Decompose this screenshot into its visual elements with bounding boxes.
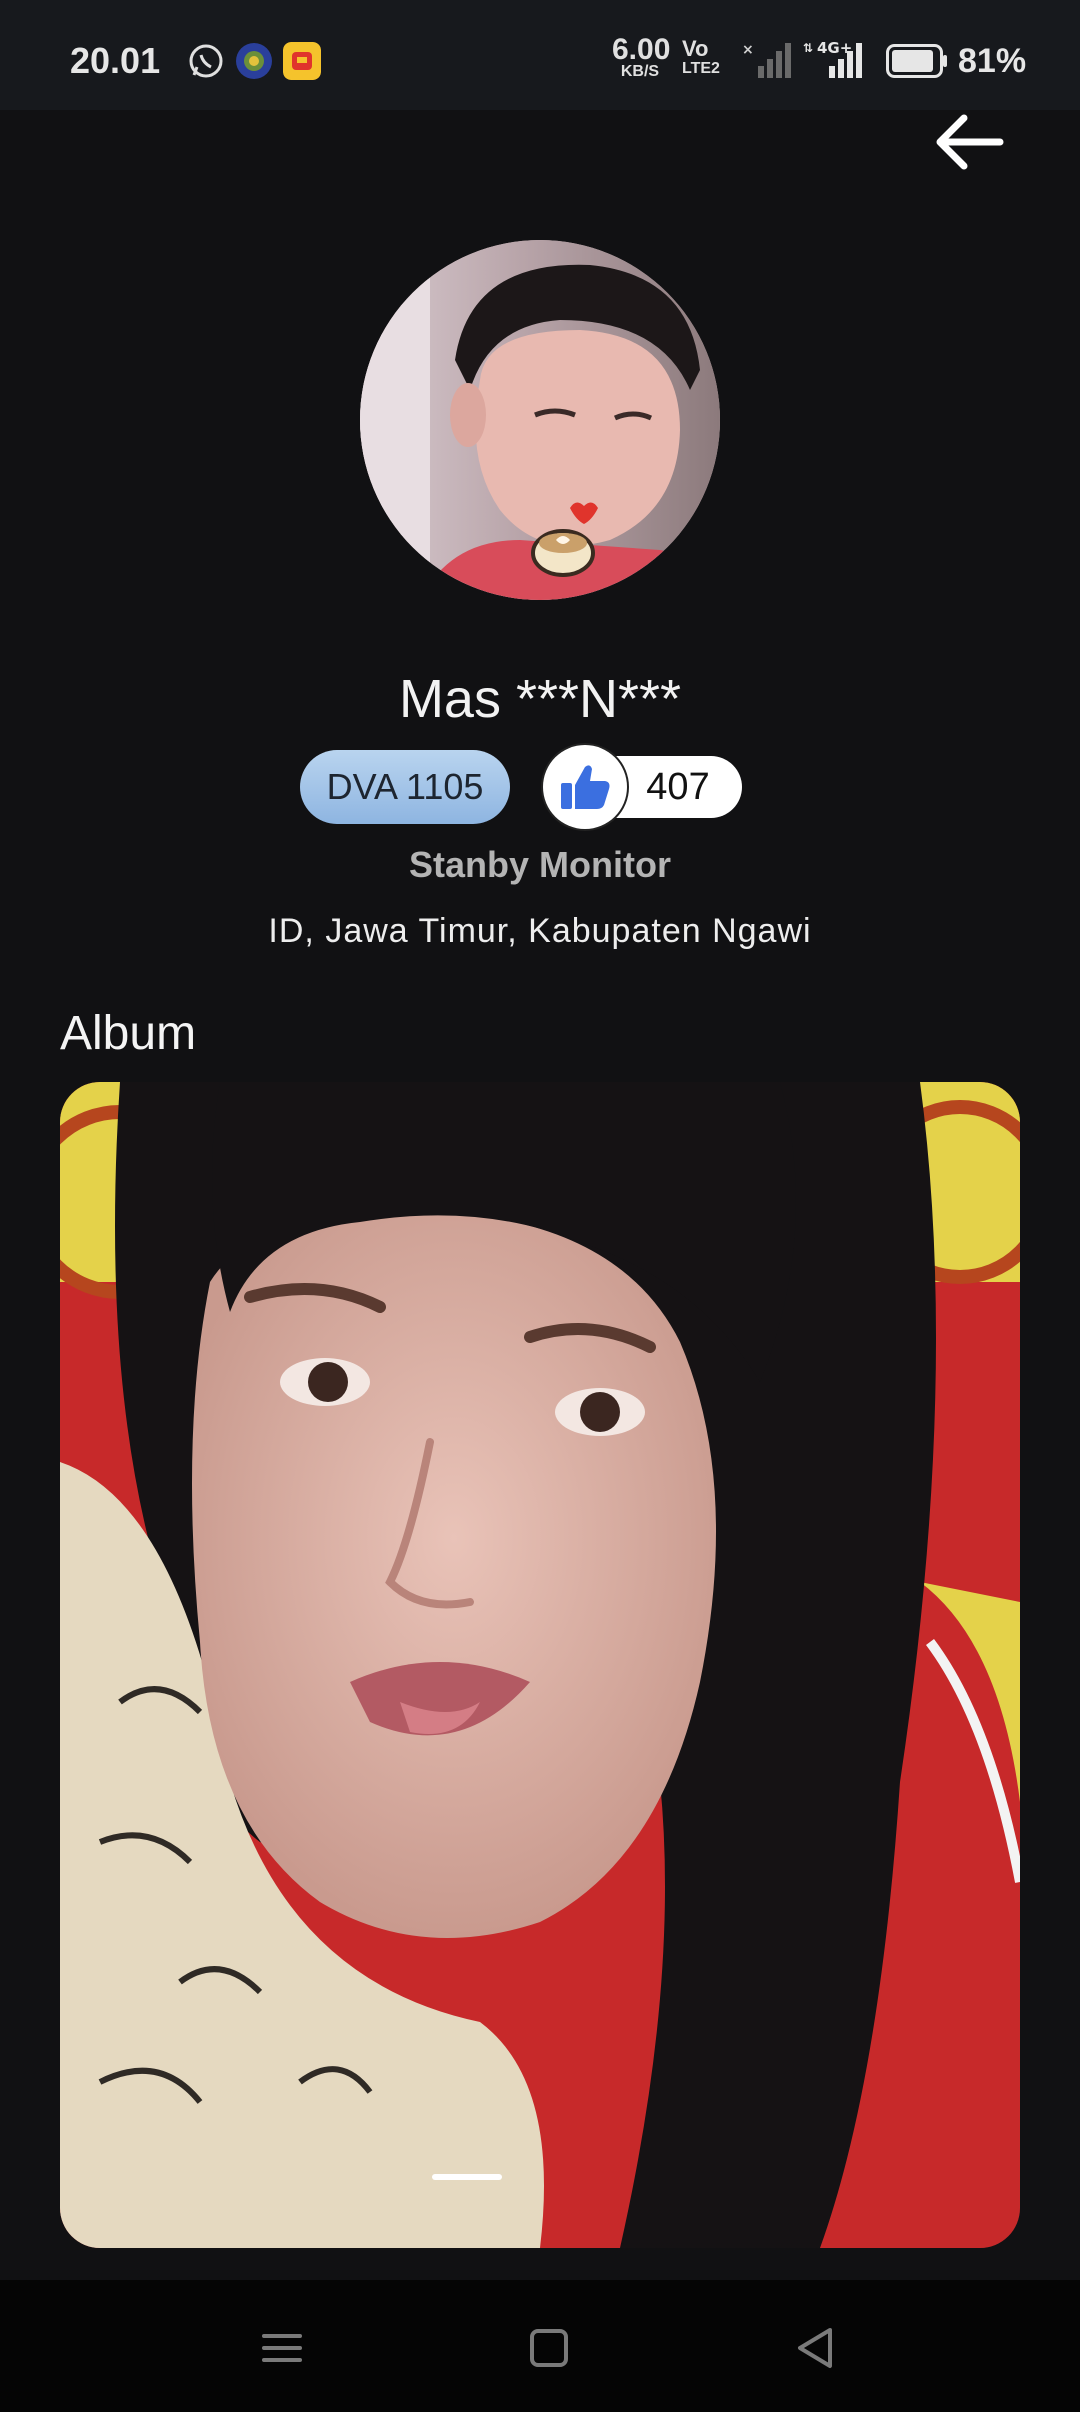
svg-text:×: × [742, 42, 754, 58]
home-button[interactable] [521, 2320, 577, 2376]
recent-apps-button[interactable] [254, 2320, 310, 2376]
app-icon [236, 43, 272, 79]
arrow-left-icon [936, 114, 1004, 170]
network-speed-value: 6.00 [612, 33, 671, 66]
thumbs-up-icon [561, 765, 610, 809]
volte-bottom: LTE2 [682, 60, 720, 77]
status-time: 20.01 [70, 40, 161, 81]
status-bar: 20.01 6.00 KB/S Vo LTE2 × ⇅ 4G+ 81% [0, 0, 1080, 110]
back-triangle-icon [798, 2328, 832, 2368]
battery-icon [886, 44, 947, 78]
album-title: Album [60, 1007, 197, 1060]
network-speed: 6.00 KB/S [612, 33, 671, 80]
like-count: 407 [646, 766, 710, 808]
signal-sim2-icon: ⇅ 4G+ [803, 40, 862, 78]
avatar-photo [360, 240, 720, 600]
app-icon-m3 [283, 42, 321, 80]
whatsapp-icon [189, 44, 223, 78]
album-photo[interactable] [60, 1082, 1020, 2248]
volte-top: Vo [682, 36, 709, 61]
album-pager-indicator [432, 2174, 502, 2180]
album-photo-image [60, 1082, 1020, 2248]
level-badge: DVA 1105 [300, 750, 510, 824]
battery-percent: 81% [958, 42, 1027, 80]
profile-location: ID, Jawa Timur, Kabupaten Ngawi [268, 912, 812, 950]
network-speed-unit: KB/S [620, 63, 660, 80]
avatar[interactable] [360, 240, 720, 600]
profile-status: Stanby Monitor [409, 844, 671, 885]
system-back-button[interactable] [788, 2320, 844, 2376]
svg-text:⇅: ⇅ [803, 41, 813, 55]
signal-sim1-icon: × [742, 42, 791, 78]
home-icon [530, 2329, 568, 2367]
back-button[interactable] [928, 104, 1008, 184]
like-button[interactable] [543, 745, 627, 829]
system-nav-bar [0, 2280, 1080, 2412]
profile-name: Mas ***N*** [398, 669, 682, 729]
volte-indicator: Vo LTE2 [682, 38, 720, 78]
menu-icon [262, 2334, 302, 2362]
